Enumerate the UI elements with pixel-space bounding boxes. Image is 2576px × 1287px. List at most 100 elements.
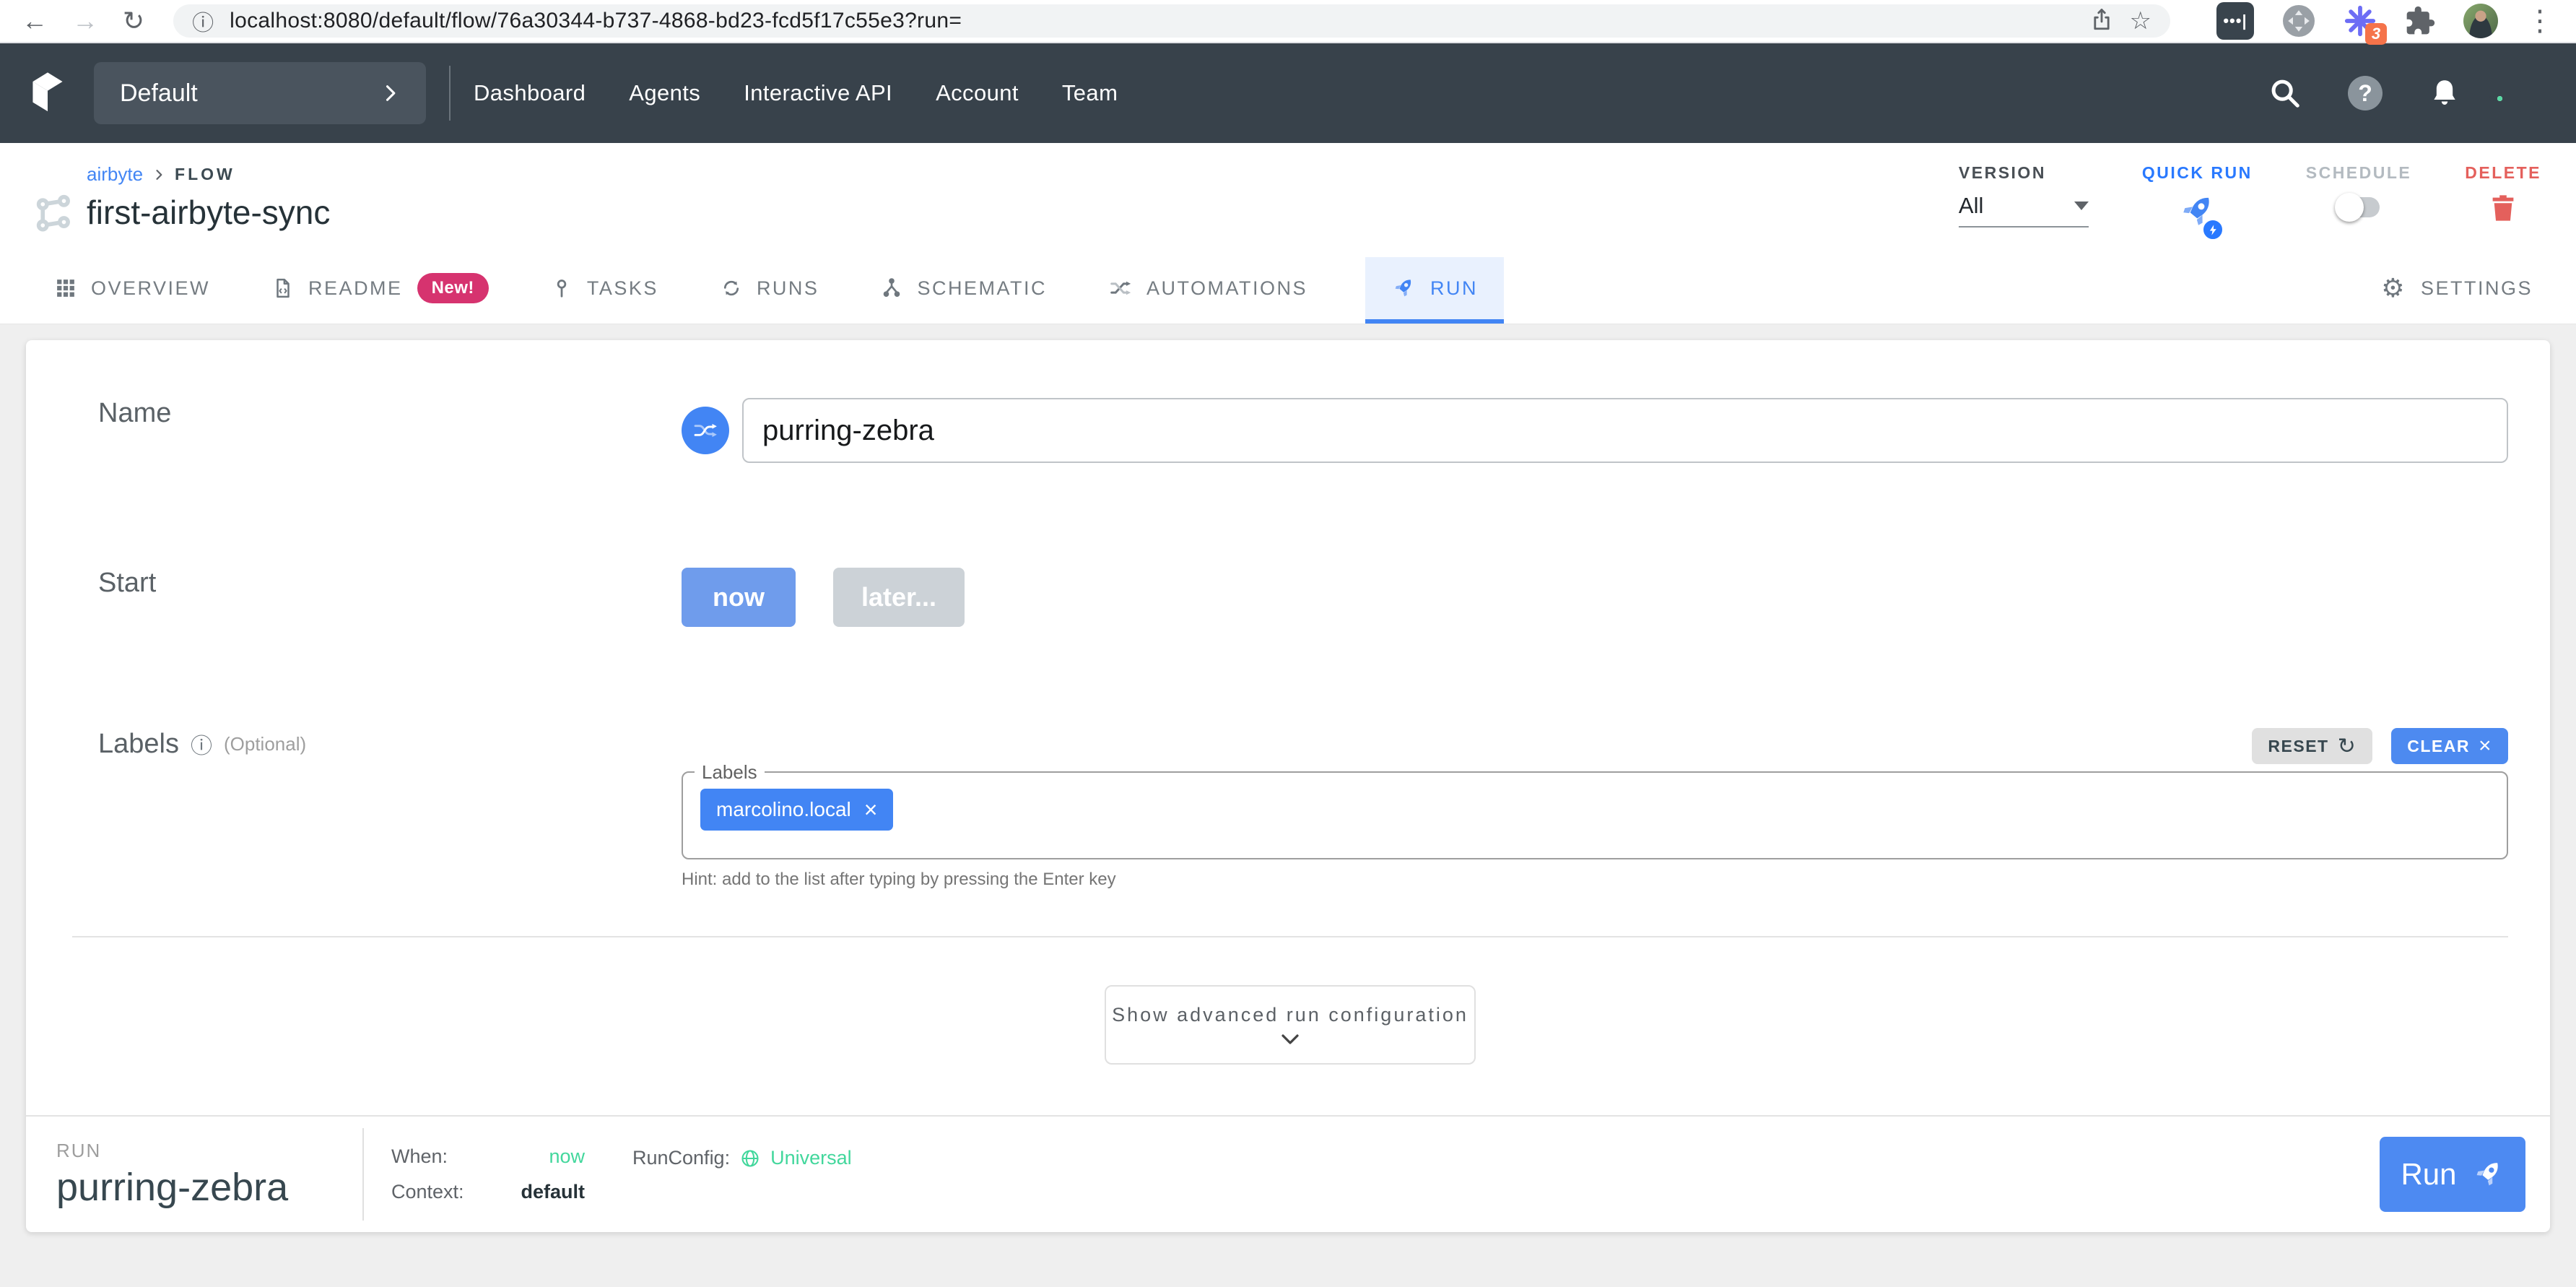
start-now-button[interactable]: now bbox=[682, 568, 796, 627]
breadcrumb-parent-link[interactable]: airbyte bbox=[87, 163, 143, 186]
runconfig-value: Universal bbox=[770, 1147, 852, 1169]
project-name: Default bbox=[120, 79, 198, 108]
navbar-right: ? bbox=[2268, 76, 2549, 110]
rocket-icon bbox=[1391, 276, 1416, 300]
project-selector[interactable]: Default bbox=[94, 62, 426, 124]
label-chip[interactable]: marcolino.local × bbox=[700, 789, 893, 831]
nav-item-account[interactable]: Account bbox=[936, 80, 1019, 106]
header-actions: VERSION All QUICK RUN bbox=[1959, 163, 2541, 235]
run-meta: When: now Context: default RunConfig: Un… bbox=[391, 1145, 852, 1203]
gear-icon: ⚙ bbox=[2381, 275, 2406, 301]
delete-label: DELETE bbox=[2465, 163, 2541, 183]
browser-forward-icon[interactable]: → bbox=[72, 8, 98, 34]
trash-icon[interactable] bbox=[2486, 191, 2520, 228]
randomize-name-button[interactable] bbox=[682, 407, 729, 454]
rocket-icon bbox=[2471, 1158, 2505, 1191]
delete-control: DELETE bbox=[2465, 163, 2541, 228]
browser-extensions: •••| 3 ⋮ bbox=[2216, 2, 2554, 40]
tab-tasks[interactable]: TASKS bbox=[547, 257, 663, 324]
share-icon[interactable] bbox=[2089, 7, 2114, 35]
new-badge: New! bbox=[417, 273, 489, 303]
nav-item-interactive-api[interactable]: Interactive API bbox=[744, 80, 892, 106]
browser-chrome: ← → ↻ ⓘ localhost:8080/default/flow/76a3… bbox=[0, 0, 2576, 43]
schedule-toggle[interactable] bbox=[2338, 197, 2380, 217]
page-body: Name Start now later... bbox=[0, 324, 2576, 1287]
page-header: airbyte FLOW first-airbyte-sync VERSION … bbox=[0, 143, 2576, 324]
bookmark-star-icon[interactable]: ☆ bbox=[2130, 6, 2151, 35]
chip-close-icon[interactable]: × bbox=[864, 797, 878, 823]
nav-links: Dashboard Agents Interactive API Account… bbox=[474, 80, 1118, 106]
labels-hint-text: Hint: add to the list after typing by pr… bbox=[682, 870, 2508, 890]
name-label: Name bbox=[98, 381, 171, 428]
password-manager-extension-icon[interactable]: •••| bbox=[2216, 2, 2254, 40]
browser-back-icon[interactable]: ← bbox=[22, 8, 48, 34]
when-value: now bbox=[487, 1145, 585, 1168]
version-value: All bbox=[1959, 193, 1983, 219]
tab-readme[interactable]: README New! bbox=[268, 257, 493, 324]
reset-labels-button[interactable]: RESET ↻ bbox=[2252, 728, 2372, 764]
version-label: VERSION bbox=[1959, 163, 2046, 183]
tab-label: TASKS bbox=[587, 277, 658, 300]
nav-item-agents[interactable]: Agents bbox=[629, 80, 700, 106]
labels-legend: Labels bbox=[695, 761, 765, 784]
runs-cycle-icon bbox=[721, 277, 742, 299]
extension-count-badge: 3 bbox=[2365, 23, 2387, 45]
browser-reload-icon[interactable]: ↻ bbox=[123, 8, 144, 34]
breadcrumb-chevron-icon bbox=[152, 168, 166, 182]
run-button[interactable]: Run bbox=[2380, 1137, 2525, 1212]
extensions-puzzle-icon[interactable] bbox=[2404, 5, 2436, 37]
tab-label: AUTOMATIONS bbox=[1146, 277, 1307, 300]
when-label: When: bbox=[391, 1145, 487, 1168]
refresh-icon: ↻ bbox=[2338, 734, 2357, 759]
tab-schematic[interactable]: SCHEMATIC bbox=[876, 257, 1051, 324]
schematic-icon bbox=[881, 277, 902, 299]
notifications-bell-icon[interactable] bbox=[2429, 77, 2460, 109]
labels-input-area[interactable]: Labels marcolino.local × bbox=[682, 771, 2508, 859]
tab-runs[interactable]: RUNS bbox=[716, 257, 824, 324]
site-info-icon[interactable]: ⓘ bbox=[192, 5, 214, 37]
page-title: first-airbyte-sync bbox=[87, 193, 330, 232]
toggle-knob bbox=[2335, 193, 2364, 222]
url-text[interactable]: localhost:8080/default/flow/76a30344-b73… bbox=[230, 9, 962, 33]
browser-menu-icon[interactable]: ⋮ bbox=[2525, 4, 2554, 38]
quick-run-label: QUICK RUN bbox=[2142, 163, 2253, 183]
version-select[interactable]: All bbox=[1959, 193, 2089, 228]
label-chip-text: marcolino.local bbox=[716, 798, 851, 821]
footer-run-name: purring-zebra bbox=[56, 1165, 362, 1210]
advanced-config-label: Show advanced run configuration bbox=[1112, 1004, 1468, 1026]
nav-item-dashboard[interactable]: Dashboard bbox=[474, 80, 586, 106]
labels-row: Labels ⓘ (Optional) RESET ↻ CLEAR × bbox=[72, 728, 2508, 890]
clear-labels-button[interactable]: CLEAR × bbox=[2391, 728, 2508, 764]
start-later-button[interactable]: later... bbox=[833, 568, 965, 627]
search-icon[interactable] bbox=[2268, 77, 2302, 110]
browser-profile-avatar[interactable] bbox=[2463, 4, 2498, 38]
tab-label: SCHEMATIC bbox=[917, 277, 1047, 300]
shuffle-arrows-icon bbox=[1109, 277, 1132, 299]
run-config-card: Name Start now later... bbox=[26, 340, 2550, 1232]
run-name-input[interactable] bbox=[742, 398, 2508, 463]
starburst-extension-icon[interactable]: 3 bbox=[2344, 4, 2377, 38]
tab-run[interactable]: RUN bbox=[1365, 257, 1504, 324]
dpad-extension-icon[interactable] bbox=[2281, 4, 2316, 38]
start-label: Start bbox=[98, 568, 156, 598]
quick-run-rocket-button[interactable] bbox=[2177, 191, 2217, 235]
tab-settings[interactable]: ⚙ SETTINGS bbox=[2377, 257, 2537, 324]
grid-icon bbox=[55, 277, 77, 299]
tab-overview[interactable]: OVERVIEW bbox=[51, 257, 214, 324]
start-row: Start now later... bbox=[72, 568, 2508, 627]
breadcrumb: airbyte FLOW bbox=[87, 163, 330, 186]
tab-label: README bbox=[308, 277, 403, 300]
run-summary-footer: RUN purring-zebra When: now Context: def… bbox=[26, 1115, 2550, 1232]
labels-label: Labels bbox=[98, 729, 179, 760]
help-icon[interactable]: ? bbox=[2348, 76, 2383, 110]
page: ← → ↻ ⓘ localhost:8080/default/flow/76a3… bbox=[0, 0, 2576, 1287]
advanced-config-toggle-button[interactable]: Show advanced run configuration bbox=[1105, 985, 1476, 1065]
labels-optional-text: (Optional) bbox=[224, 733, 306, 755]
tab-automations[interactable]: AUTOMATIONS bbox=[1105, 257, 1312, 324]
nav-item-team[interactable]: Team bbox=[1062, 80, 1118, 106]
address-bar[interactable]: ⓘ localhost:8080/default/flow/76a30344-b… bbox=[173, 4, 2170, 38]
caret-down-icon bbox=[2074, 202, 2089, 210]
info-icon[interactable]: ⓘ bbox=[191, 728, 212, 760]
prefect-logo-icon[interactable] bbox=[27, 70, 68, 116]
tab-label: RUN bbox=[1430, 277, 1478, 300]
